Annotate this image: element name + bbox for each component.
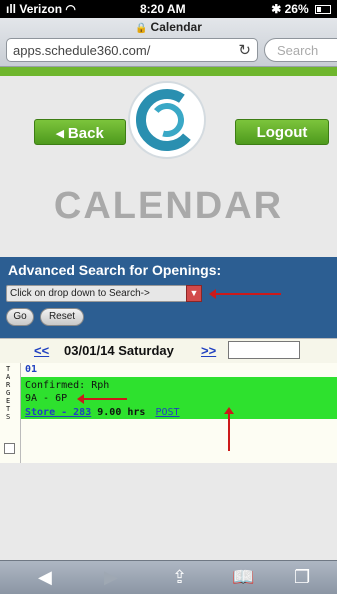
signal-icon: ıll [6, 2, 17, 16]
header-strip [0, 67, 337, 76]
shift-store-line: Store - 283 9.00 hrs POST [25, 407, 180, 418]
back-button-label: Back [67, 125, 104, 142]
date-navigation: << 03/01/14 Saturday >> [0, 338, 337, 363]
search-dropdown[interactable]: Click on drop down to Search-> ▼ [6, 285, 202, 302]
phone-screen: ıll Verizon ◠ 8:20 AM ✱ 26% 🔒 Calendar ap… [0, 0, 337, 594]
share-icon[interactable]: ⇪ [172, 567, 187, 588]
shift-status: Confirmed: Rph [25, 380, 110, 391]
reset-button[interactable]: Reset [40, 308, 84, 326]
logo-icon [136, 89, 198, 151]
url-text: apps.schedule360.com/ [13, 43, 151, 58]
advanced-search-panel: Advanced Search for Openings: Click on d… [0, 257, 337, 347]
back-arrow-icon: ◂ [56, 125, 64, 142]
schedule360-logo [128, 81, 206, 159]
logout-button[interactable]: Logout [235, 119, 329, 145]
advanced-search-title: Advanced Search for Openings: [8, 262, 222, 278]
post-link[interactable]: POST [155, 407, 179, 418]
tabs-icon[interactable]: ❐ [294, 567, 310, 588]
clock: 8:20 AM [140, 2, 186, 16]
battery-percent: 26% [284, 2, 309, 16]
date-input[interactable] [228, 341, 300, 359]
status-bar: ıll Verizon ◠ 8:20 AM ✱ 26% [0, 0, 337, 18]
previous-day-link[interactable]: << [34, 343, 49, 358]
forward-icon[interactable]: ▶ [104, 567, 118, 588]
battery: ✱ 26% [271, 2, 331, 16]
shift-time: 9A - 6P [25, 393, 68, 404]
browser-search-field[interactable]: Search [264, 38, 337, 62]
targets-label: TARGETS [6, 365, 11, 421]
page-title: 🔒 Calendar [0, 20, 337, 34]
shift-hours: 9.00 hrs [97, 407, 146, 418]
lock-icon: 🔒 [135, 23, 148, 34]
back-icon[interactable]: ◀ [38, 567, 52, 588]
url-bar[interactable]: apps.schedule360.com/ ↻ [6, 38, 258, 62]
day-cell: 01 Confirmed: Rph 9A - 6P Store - 283 9.… [20, 363, 337, 463]
web-page: ◂ Back Logout CALENDAR Advanced Search f… [0, 67, 337, 560]
page-title-text: Calendar [150, 20, 202, 34]
day-number[interactable]: 01 [25, 364, 37, 375]
back-button[interactable]: ◂ Back [34, 119, 126, 145]
bluetooth-icon: ✱ [271, 2, 282, 16]
battery-icon [315, 5, 331, 15]
targets-checkbox[interactable] [4, 443, 15, 454]
next-day-link[interactable]: >> [201, 343, 216, 358]
go-button[interactable]: Go [6, 308, 34, 326]
store-link[interactable]: Store - 283 [25, 407, 91, 418]
carrier-label: Verizon [19, 2, 63, 16]
calendar-heading: CALENDAR [53, 185, 284, 227]
wifi-icon: ◠ [65, 2, 76, 16]
chevron-down-icon[interactable]: ▼ [186, 285, 202, 302]
targets-column: TARGETS [0, 363, 20, 463]
annotation-arrow-post [224, 407, 234, 451]
browser-toolbar: ◀ ▶ ⇪ 📖 ❐ [0, 560, 337, 594]
search-dropdown-value: Click on drop down to Search-> [10, 288, 150, 299]
carrier: ıll Verizon ◠ [6, 2, 76, 16]
reload-icon[interactable]: ↻ [238, 41, 251, 59]
shift-block: Confirmed: Rph 9A - 6P Store - 283 9.00 … [21, 377, 337, 419]
annotation-arrow-dropdown [209, 289, 281, 299]
current-date: 03/01/14 Saturday [64, 343, 174, 358]
annotation-arrow-time [77, 394, 127, 404]
bookmarks-icon[interactable]: 📖 [232, 567, 254, 588]
browser-chrome: 🔒 Calendar apps.schedule360.com/ ↻ Search [0, 18, 337, 67]
